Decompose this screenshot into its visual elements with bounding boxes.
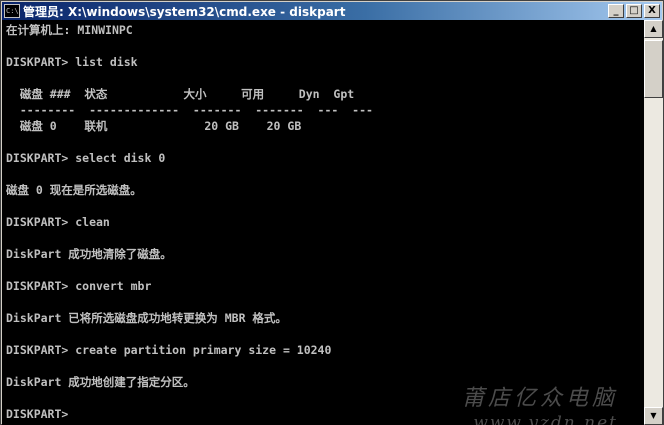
console-output[interactable]: 在计算机上: MINWINPC DISKPART> list disk 磁盘 #… — [2, 20, 644, 425]
console-line: 在计算机上: MINWINPC — [6, 23, 133, 37]
console-line: DISKPART> list disk — [6, 55, 138, 69]
minimize-button[interactable]: _ — [608, 4, 624, 18]
maximize-button[interactable]: □ — [626, 4, 642, 18]
console-line: DISKPART> select disk 0 — [6, 151, 166, 165]
scroll-down-button[interactable]: ▼ — [644, 407, 663, 425]
console-line: -------- ------------- ------- ------- -… — [6, 103, 373, 117]
scroll-up-button[interactable]: ▲ — [644, 20, 663, 38]
watermark-url: www.yzdn.net — [473, 413, 618, 425]
console-line: 磁盘 0 现在是所选磁盘。 — [6, 183, 142, 197]
vertical-scrollbar[interactable]: ▲ ▼ — [644, 20, 663, 425]
console-line: DiskPart 成功地创建了指定分区。 — [6, 375, 195, 389]
console-line: DISKPART> create partition primary size … — [6, 343, 332, 357]
cmd-window: C:\ 管理员: X:\windows\system32\cmd.exe - d… — [0, 0, 664, 425]
watermark-text: 莆店亿众电脑 — [461, 386, 618, 411]
scroll-thumb[interactable] — [644, 40, 663, 98]
console-line: DISKPART> convert mbr — [6, 279, 152, 293]
window-controls: _ □ X — [608, 4, 660, 18]
console-line: 磁盘 0 联机 20 GB 20 GB — [6, 119, 302, 133]
cmd-icon[interactable]: C:\ — [4, 4, 20, 18]
console-prompt[interactable]: DISKPART> — [6, 406, 68, 422]
console-line: DiskPart 已将所选磁盘成功地转更换为 MBR 格式。 — [6, 311, 287, 325]
console-line: 磁盘 ### 状态 大小 可用 Dyn Gpt — [6, 87, 355, 101]
window-title: 管理员: X:\windows\system32\cmd.exe - diskp… — [23, 4, 346, 19]
title-bar[interactable]: C:\ 管理员: X:\windows\system32\cmd.exe - d… — [2, 2, 662, 20]
console-line: DiskPart 成功地清除了磁盘。 — [6, 247, 172, 261]
console-line: DISKPART> clean — [6, 215, 110, 229]
close-button[interactable]: X — [644, 4, 660, 18]
